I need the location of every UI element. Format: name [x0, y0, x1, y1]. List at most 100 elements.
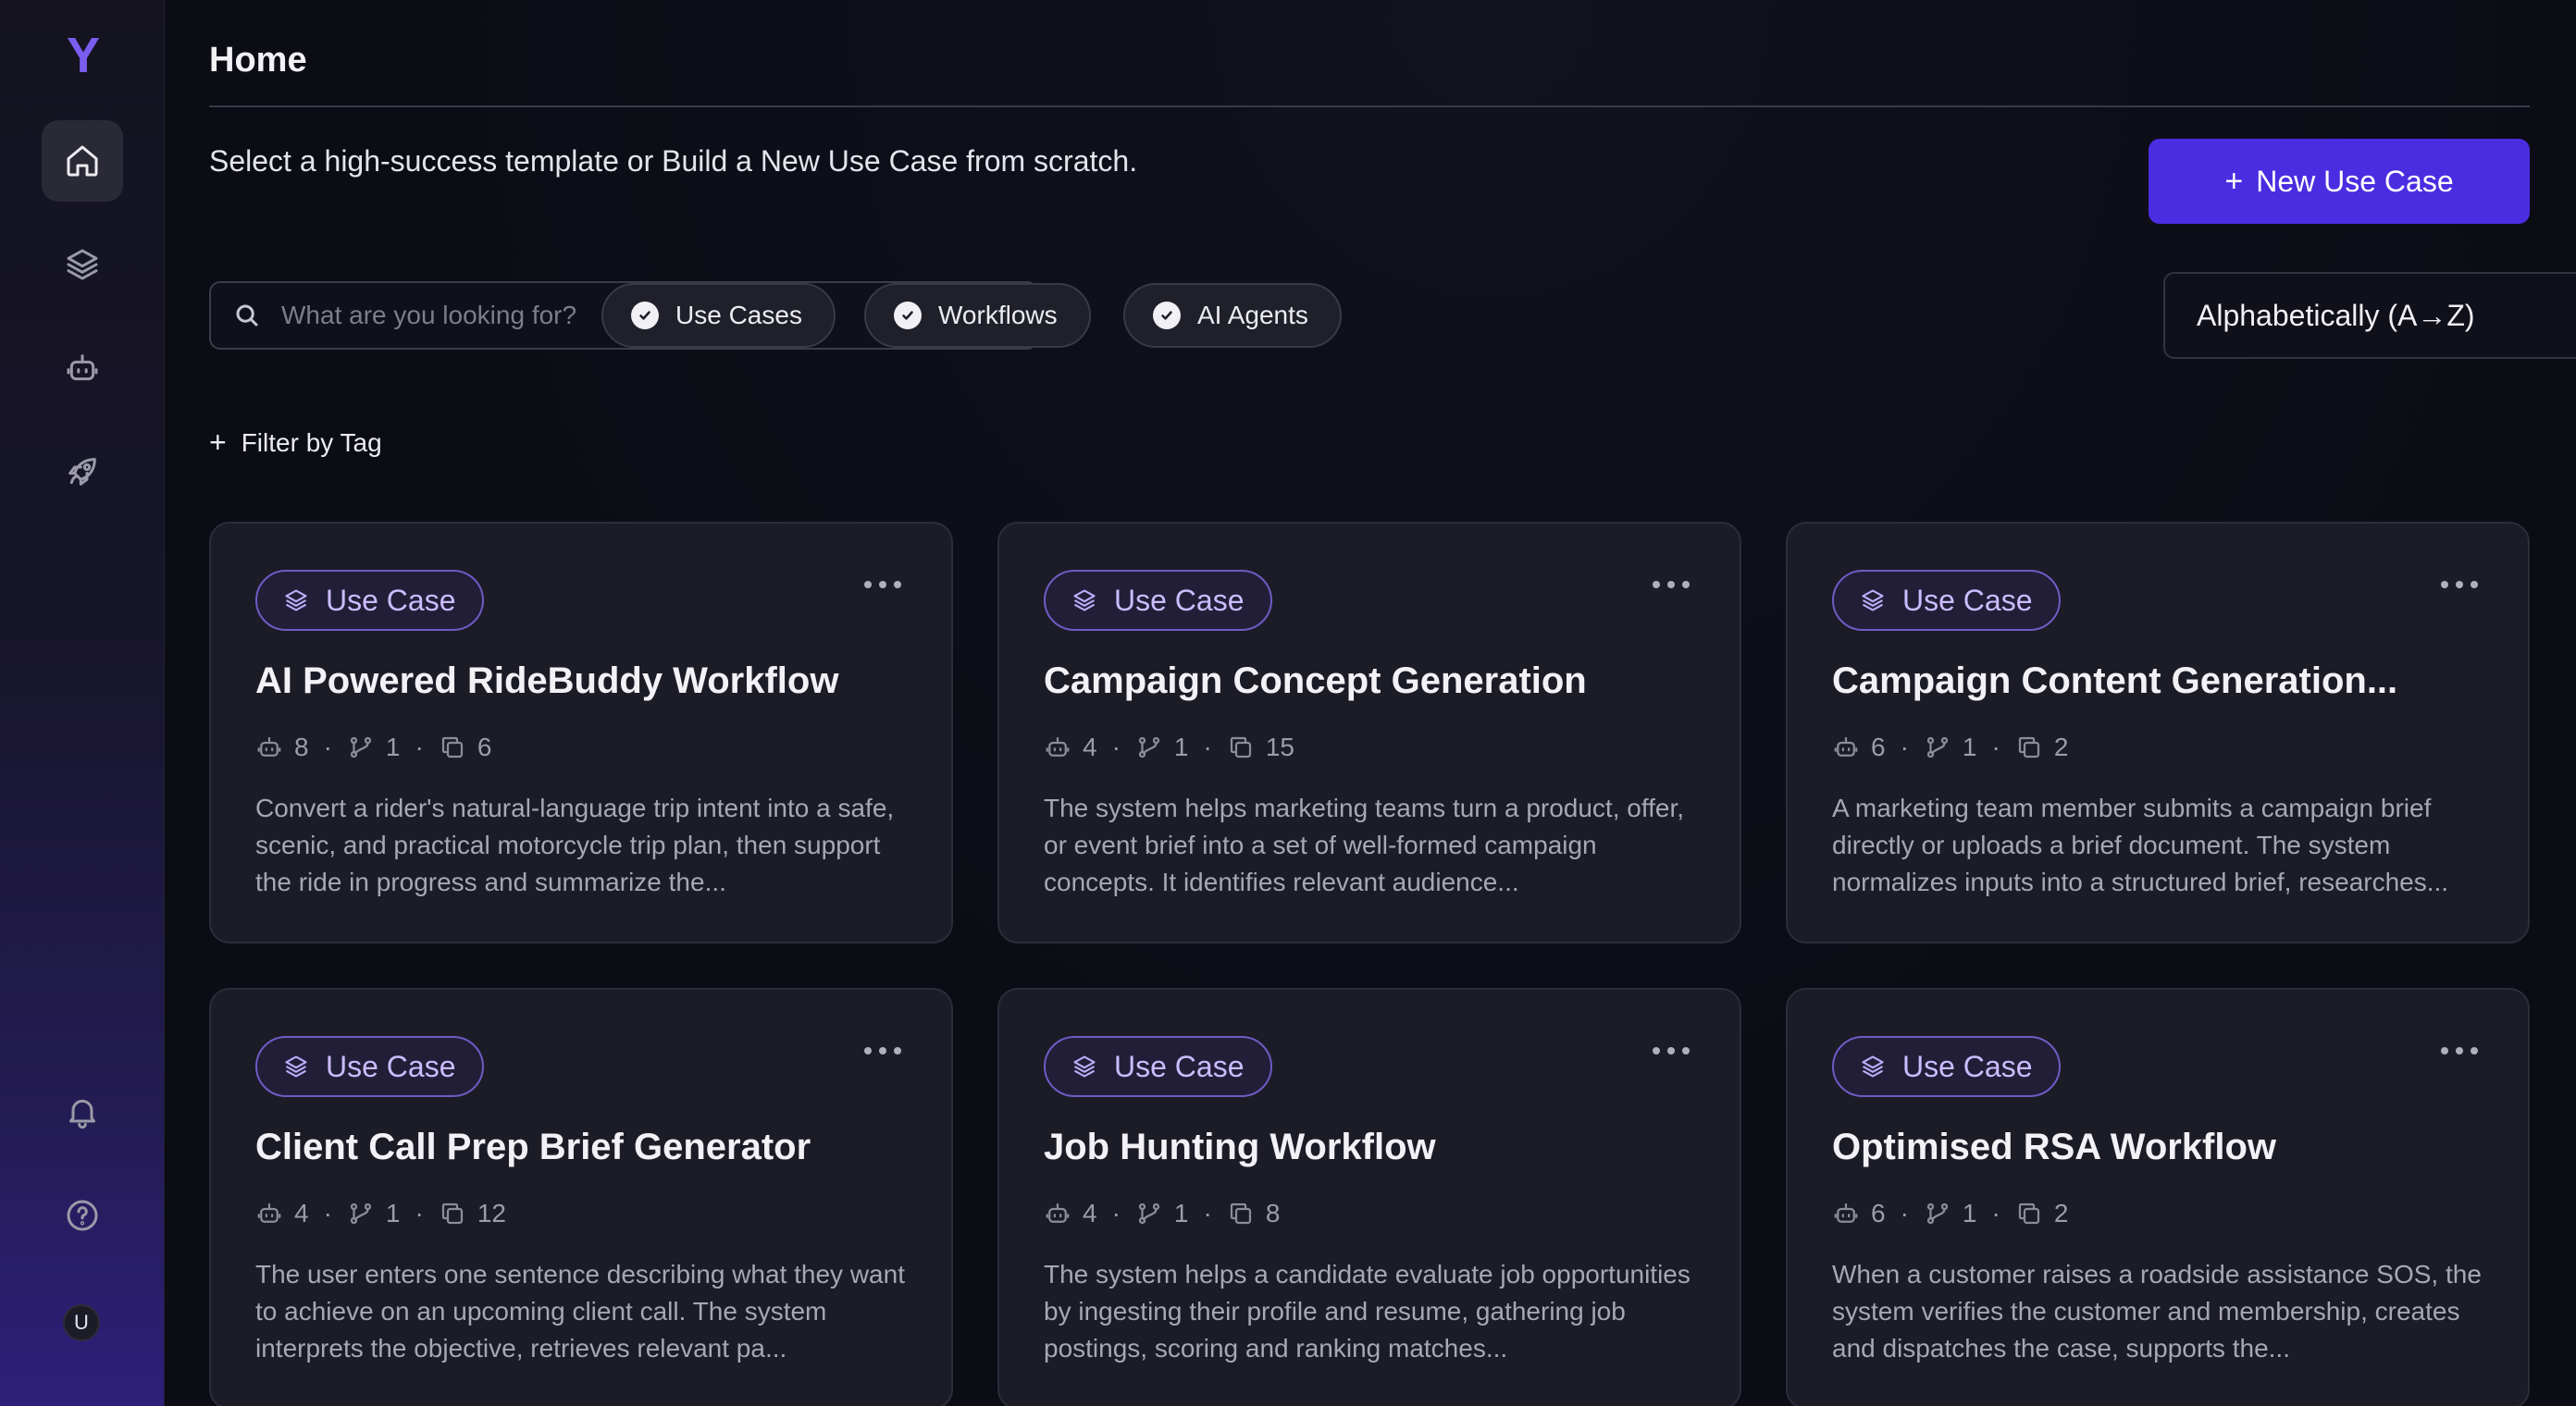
card-title: Campaign Content Generation...: [1832, 660, 2398, 701]
layers-icon: [1073, 1055, 1096, 1078]
branch-icon: [350, 736, 372, 758]
nav-home[interactable]: [42, 120, 123, 202]
card-description: The user enters one sentence describing …: [255, 1260, 905, 1363]
card-stats: 4 · 1 · 15: [1044, 733, 1294, 762]
page-subtitle: Select a high-success template or Build …: [209, 144, 1138, 178]
bot-icon: [67, 354, 98, 381]
separator: ·: [1991, 1199, 2000, 1227]
card-title: Job Hunting Workflow: [1044, 1127, 1436, 1167]
more-options-icon[interactable]: [1653, 581, 1690, 588]
tag-label: Use Case: [326, 1049, 456, 1083]
more-options-icon[interactable]: [864, 581, 901, 588]
page-title: Home: [209, 41, 307, 80]
agent-count: 8: [294, 733, 309, 761]
use-case-card[interactable]: Use Case Optimised RSA Workflow 6 · 1 · …: [1786, 988, 2530, 1406]
nav-agents[interactable]: [42, 327, 123, 409]
branch-icon: [1926, 1202, 1949, 1225]
more-options-icon[interactable]: [864, 1047, 901, 1054]
copy-count: 6: [477, 733, 492, 761]
filter-chip-ai-agents[interactable]: AI Agents: [1123, 283, 1342, 348]
bot-icon: [1046, 1202, 1070, 1223]
use-case-tag: Use Case: [1832, 1036, 2061, 1097]
copy-count: 15: [1265, 733, 1294, 761]
copy-icon: [1230, 1202, 1251, 1225]
check-icon: [631, 302, 659, 329]
branch-count: 1: [1962, 1199, 1977, 1227]
new-use-case-button[interactable]: + New Use Case: [2149, 139, 2530, 224]
bot-icon: [257, 1202, 281, 1223]
agent-count: 4: [1083, 1199, 1097, 1227]
chip-label: Workflows: [938, 301, 1058, 329]
card-description: When a customer raises a roadside assist…: [1832, 1260, 2482, 1363]
separator: ·: [1900, 1199, 1909, 1227]
agent-count: 4: [1083, 733, 1097, 761]
nav-layers[interactable]: [42, 224, 123, 305]
agent-count: 6: [1871, 733, 1886, 761]
nav-launch[interactable]: [42, 431, 123, 512]
bot-icon: [1834, 1202, 1858, 1223]
separator: ·: [1991, 733, 2000, 761]
card-title: AI Powered RideBuddy Workflow: [255, 660, 839, 701]
branch-icon: [1138, 736, 1160, 758]
branch-icon: [1138, 1202, 1160, 1225]
more-options-icon[interactable]: [2441, 581, 2478, 588]
separator: ·: [323, 733, 332, 761]
use-case-card[interactable]: Use Case AI Powered RideBuddy Workflow 8…: [209, 522, 953, 944]
more-options-icon[interactable]: [2441, 1047, 2478, 1054]
card-title: Campaign Concept Generation: [1044, 660, 1587, 701]
avatar[interactable]: U: [63, 1304, 100, 1341]
use-case-tag: Use Case: [1832, 570, 2061, 631]
tag-label: Use Case: [1114, 583, 1245, 617]
chip-label: Use Cases: [675, 301, 802, 329]
check-icon: [894, 302, 922, 329]
copy-icon: [441, 736, 463, 758]
app-window: Y U Home Select a high-success template …: [0, 0, 2576, 1406]
more-options-icon[interactable]: [1653, 1047, 1690, 1054]
nav-notifications[interactable]: [42, 1071, 123, 1153]
plus-icon: +: [2224, 163, 2244, 199]
branch-icon: [350, 1202, 372, 1225]
use-case-tag: Use Case: [1044, 1036, 1272, 1097]
use-case-card[interactable]: Use Case Campaign Content Generation... …: [1786, 522, 2530, 944]
branch-icon: [1926, 736, 1949, 758]
card-title: Client Call Prep Brief Generator: [255, 1127, 811, 1167]
branch-count: 1: [385, 733, 401, 761]
tag-label: Use Case: [326, 583, 456, 617]
nav-help[interactable]: [42, 1175, 123, 1256]
filter-by-tag-button[interactable]: + Filter by Tag: [209, 426, 382, 460]
check-icon: [1153, 302, 1181, 329]
use-case-card[interactable]: Use Case Campaign Concept Generation 4 ·…: [997, 522, 1741, 944]
logo[interactable]: Y: [61, 28, 105, 83]
filter-chip-workflows[interactable]: Workflows: [864, 283, 1091, 348]
card-stats: 4 · 1 · 12: [255, 1199, 506, 1228]
separator: ·: [1111, 733, 1121, 761]
agent-count: 4: [294, 1199, 309, 1227]
card-stats: 8 · 1 · 6: [255, 733, 491, 762]
sort-value: Alphabetically (A→Z): [2197, 298, 2475, 332]
use-case-tag: Use Case: [255, 570, 484, 631]
bell-icon: [69, 1099, 95, 1129]
layers-icon: [285, 589, 307, 611]
sort-select[interactable]: Alphabetically (A→Z): [2163, 272, 2576, 359]
new-use-case-label: New Use Case: [2256, 164, 2454, 198]
separator: ·: [323, 1199, 332, 1227]
use-case-card[interactable]: Use Case Client Call Prep Brief Generato…: [209, 988, 953, 1406]
use-case-tag: Use Case: [255, 1036, 484, 1097]
filter-chip-use-cases[interactable]: Use Cases: [601, 283, 836, 348]
bot-icon: [257, 736, 281, 757]
card-stats: 4 · 1 · 8: [1044, 1199, 1280, 1228]
filter-by-tag-label: Filter by Tag: [241, 427, 382, 457]
branch-count: 1: [1962, 733, 1977, 761]
card-description: Convert a rider's natural-language trip …: [255, 794, 895, 896]
plus-icon: +: [209, 426, 227, 459]
use-case-card[interactable]: Use Case Job Hunting Workflow 4 · 1 · 8 …: [997, 988, 1741, 1406]
separator: ·: [415, 733, 424, 761]
separator: ·: [1203, 1199, 1212, 1227]
main-content: Home Select a high-success template or B…: [165, 0, 2576, 1406]
help-icon: [67, 1200, 98, 1231]
card-description: The system helps marketing teams turn a …: [1044, 794, 1685, 896]
home-icon: [67, 145, 98, 177]
chip-label: AI Agents: [1197, 301, 1308, 329]
layers-icon: [67, 249, 98, 280]
separator: ·: [415, 1199, 424, 1227]
